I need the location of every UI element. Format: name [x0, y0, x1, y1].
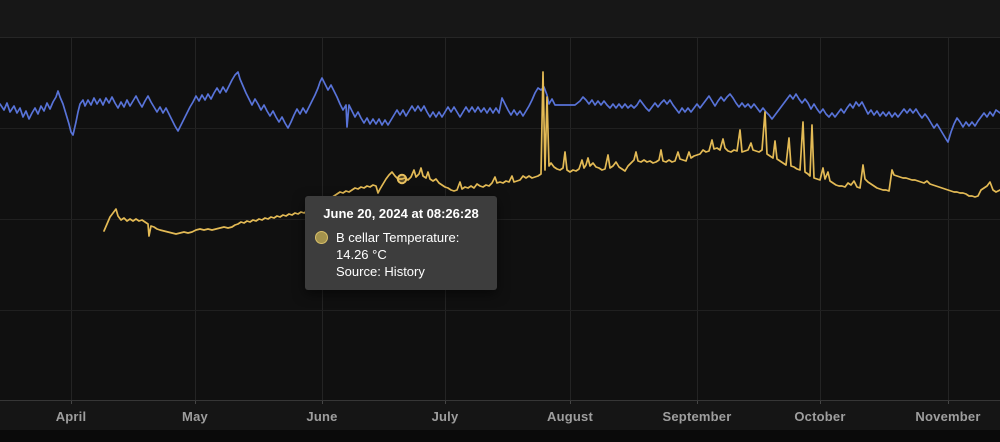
tooltip-body: B cellar Temperature: 14.26 °C Source: H… — [336, 229, 487, 280]
series-line-yellow-cellar[interactable] — [103, 71, 1000, 237]
highlighted-point[interactable] — [396, 173, 408, 185]
time-series-panel: April May June July August September October No… — [0, 0, 1000, 442]
series-line-blue-upper[interactable] — [0, 71, 1000, 143]
tooltip-title: June 20, 2024 at 08:26:28 — [323, 206, 479, 221]
series-marker-icon — [315, 231, 328, 244]
temperature-chart[interactable] — [0, 0, 1000, 442]
chart-tooltip: June 20, 2024 at 08:26:28 B cellar Tempe… — [305, 196, 497, 290]
tooltip-source: Source: History — [336, 264, 425, 279]
tooltip-series-value: B cellar Temperature: 14.26 °C — [336, 230, 460, 262]
